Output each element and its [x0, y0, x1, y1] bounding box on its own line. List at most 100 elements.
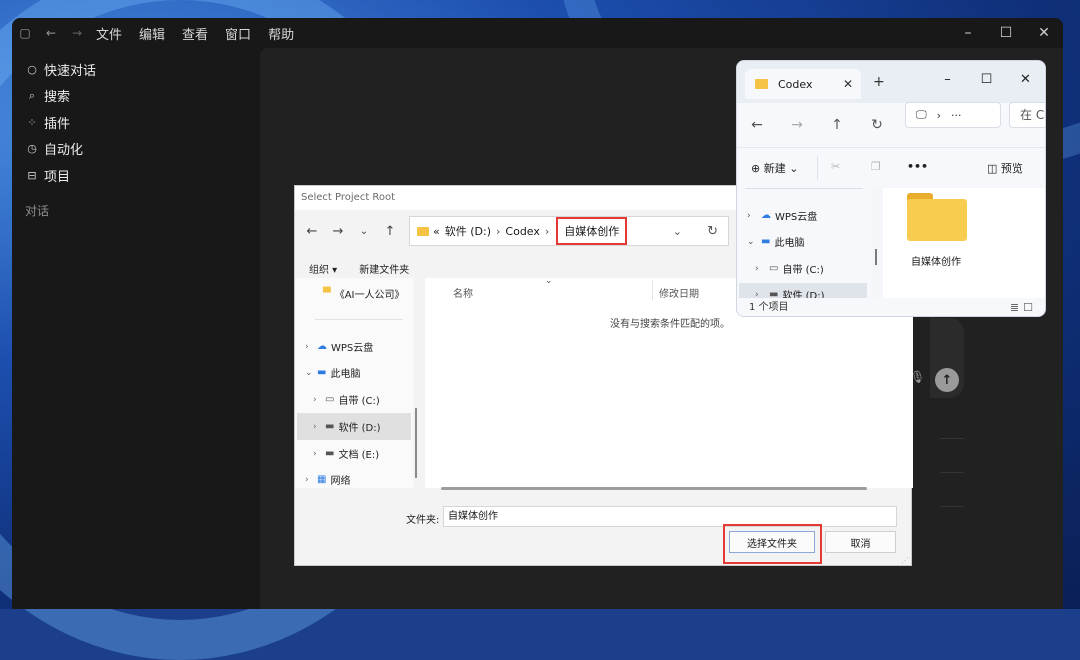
sidebar-item-projects[interactable]: ⊟ 项目	[12, 162, 260, 189]
folder-field-label: 文件夹:	[406, 515, 440, 526]
back-arrow-icon[interactable]: ←	[44, 26, 58, 40]
tree-item-network[interactable]: › ▦ 网络	[305, 472, 350, 487]
new-tab-icon[interactable]: +	[873, 74, 885, 90]
tree-item-drive-e[interactable]: › ▬ 文档 (E:)	[313, 446, 379, 461]
empty-list-message: 没有与搜索条件匹配的项。	[610, 319, 730, 330]
computer-icon: ▬	[761, 236, 771, 247]
tree-item-this-pc[interactable]: ⌄ ▬ 此电脑	[747, 234, 804, 249]
chevron-down-icon[interactable]: ⌄	[747, 237, 761, 247]
chevron-down-icon[interactable]: ⌄	[305, 368, 317, 378]
menu-help[interactable]: 帮助	[268, 24, 294, 43]
cut-icon[interactable]: ✂	[831, 160, 840, 173]
more-options-icon[interactable]: •••	[907, 160, 928, 173]
breadcrumb-codex[interactable]: Codex	[505, 225, 539, 238]
maximize-icon[interactable]: ☐	[967, 65, 1006, 93]
back-arrow-icon[interactable]: ←	[299, 224, 325, 239]
clock-icon: ◷	[27, 142, 37, 156]
explorer-command-bar: ⊕ 新建 ⌄ ✂ ❐ ••• ◫ 预览	[737, 147, 1045, 187]
folder-item-label[interactable]: 自媒体创作	[911, 253, 961, 268]
chevron-right-icon[interactable]: ›	[313, 449, 325, 459]
explorer-search-input[interactable]: 在 Co	[1009, 102, 1045, 128]
file-explorer-window: Codex ✕ + – ☐ ✕ ← → ↑ ↻ 🖵 › ··· 在 Co ⊕ 新…	[736, 60, 1046, 317]
tree-item-quick-access[interactable]: ▀ 《AI一人公司》	[323, 286, 405, 301]
dialog-address-bar[interactable]: « 软件 (D:) › Codex › 自媒体创作 ⌄ ↻	[409, 216, 729, 246]
chevron-right-icon[interactable]: ›	[305, 475, 317, 485]
maximize-icon[interactable]: ☐	[987, 18, 1025, 48]
horizontal-scrollbar[interactable]	[441, 487, 867, 490]
close-icon[interactable]: ✕	[1025, 18, 1063, 48]
send-button[interactable]: ↑	[935, 368, 959, 392]
menu-edit[interactable]: 编辑	[139, 24, 165, 43]
recent-dropdown-icon[interactable]: ⌄	[351, 226, 377, 237]
folder-icon	[755, 79, 768, 89]
chevron-right-icon[interactable]: ›	[313, 395, 325, 405]
refresh-icon[interactable]: ↻	[857, 117, 897, 133]
sidebar-item-search[interactable]: ⌕ 搜索	[12, 83, 260, 110]
close-tab-icon[interactable]: ✕	[843, 77, 853, 91]
tree-item-this-pc[interactable]: ⌄ ▬ 此电脑	[305, 365, 360, 380]
tree-item-wps[interactable]: › ☁ WPS云盘	[747, 208, 817, 223]
new-button[interactable]: ⊕ 新建 ⌄	[751, 160, 798, 176]
folder-name-input[interactable]: 自媒体创作	[443, 506, 897, 527]
nav-pane-scrollbar[interactable]	[415, 408, 417, 478]
chevron-right-icon[interactable]: ›	[305, 342, 317, 352]
tree-item-drive-d[interactable]: › ▬ 软件 (D:)	[313, 419, 381, 434]
breadcrumb-drive-d[interactable]: 软件 (D:)	[445, 223, 491, 239]
computer-icon: 🖵	[916, 108, 927, 121]
forward-arrow-icon[interactable]: →	[70, 26, 84, 40]
column-header-modified[interactable]: 修改日期	[659, 285, 699, 300]
tree-item-drive-c[interactable]: › ▭ 自带 (C:)	[755, 261, 824, 276]
column-divider	[652, 280, 653, 300]
close-icon[interactable]: ✕	[1006, 65, 1045, 93]
organize-button[interactable]: 组织 ▾	[309, 261, 337, 276]
copy-icon[interactable]: ❐	[871, 160, 881, 173]
system-drive-icon: ▭	[325, 394, 335, 405]
nav-pane-scrollbar[interactable]	[875, 249, 877, 265]
folder-icon: ▀	[323, 288, 331, 299]
back-arrow-icon[interactable]: ←	[737, 117, 777, 133]
forward-arrow-icon[interactable]: →	[777, 117, 817, 133]
view-toggle-icons[interactable]: ≣☐	[1010, 298, 1037, 316]
chat-icon: ○	[27, 62, 37, 76]
plugins-icon: ⁘	[27, 115, 37, 129]
sidebar-toggle-icon[interactable]: ▢	[18, 26, 32, 40]
column-header-name[interactable]: 名称	[453, 285, 473, 300]
app-titlebar: ▢ ← → 文件 编辑 查看 窗口 帮助 – ☐ ✕	[12, 18, 1063, 48]
tree-item-wps[interactable]: › ☁ WPS云盘	[305, 339, 373, 354]
menu-file[interactable]: 文件	[96, 24, 122, 43]
breadcrumb-separator-icon: ›	[496, 224, 501, 238]
menu-window[interactable]: 窗口	[225, 24, 251, 43]
chevron-right-icon[interactable]: ›	[755, 264, 769, 274]
breadcrumb-current-folder[interactable]: 自媒体创作	[556, 217, 628, 245]
explorer-address-bar[interactable]: 🖵 › ···	[905, 102, 1001, 128]
sidebar-section-conversations: 对话	[25, 203, 50, 218]
resize-grip-icon[interactable]: ⋰	[901, 556, 909, 565]
sidebar-item-plugins[interactable]: ⁘ 插件	[12, 109, 260, 136]
select-folder-button[interactable]: 选择文件夹	[729, 531, 815, 553]
item-count: 1 个项目	[749, 302, 789, 313]
sidebar-item-automation[interactable]: ◷ 自动化	[12, 136, 260, 163]
folder-item-icon[interactable]	[907, 193, 967, 241]
forward-arrow-icon[interactable]: →	[325, 224, 351, 239]
breadcrumb-separator-icon: ›	[544, 224, 550, 238]
up-arrow-icon[interactable]: ↑	[377, 224, 403, 239]
menu-view[interactable]: 查看	[182, 24, 208, 43]
sidebar-item-quick-chat[interactable]: ○ 快速对话	[12, 56, 260, 83]
new-folder-button[interactable]: 新建文件夹	[359, 261, 409, 276]
tab-codex[interactable]: Codex ✕	[745, 69, 861, 99]
chevron-down-icon[interactable]: ⌄	[673, 225, 682, 238]
chevron-right-icon[interactable]: ›	[747, 211, 761, 221]
cancel-button[interactable]: 取消	[825, 531, 896, 553]
project-icon: ⊟	[27, 168, 37, 182]
folder-icon	[417, 226, 429, 236]
explorer-status-bar: 1 个项目 ≣☐	[737, 298, 1045, 316]
refresh-icon[interactable]: ↻	[707, 224, 718, 239]
chevron-right-icon[interactable]: ›	[313, 422, 325, 432]
dialog-toolbar: 组织 ▾ 新建文件夹	[309, 261, 409, 276]
minimize-icon[interactable]: –	[949, 18, 987, 48]
tree-item-drive-c[interactable]: › ▭ 自带 (C:)	[313, 392, 380, 407]
up-arrow-icon[interactable]: ↑	[817, 117, 857, 133]
search-icon: ⌕	[28, 88, 36, 102]
minimize-icon[interactable]: –	[928, 65, 967, 93]
preview-button[interactable]: ◫ 预览	[987, 160, 1023, 176]
